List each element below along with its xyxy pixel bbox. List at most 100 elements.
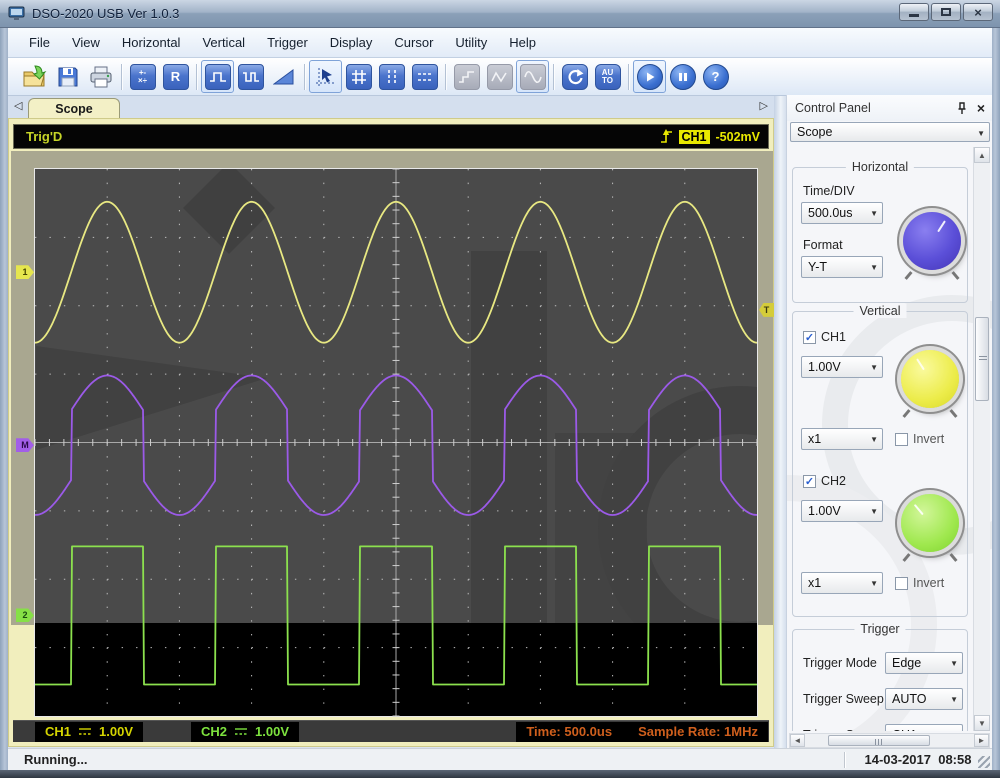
ch1-position-knob[interactable]	[901, 350, 959, 408]
format-select[interactable]: Y-T ▼	[801, 256, 883, 278]
reference-icon: R	[162, 63, 189, 90]
ch1-probe-select[interactable]: x1 ▼	[801, 428, 883, 450]
close-button[interactable]: ×	[963, 3, 993, 21]
menu-item-utility[interactable]: Utility	[444, 31, 498, 54]
status-datetime: 14-03-2017 08:58	[864, 752, 972, 767]
pulse-negative-button[interactable]	[234, 60, 267, 93]
panel-mode-select[interactable]: Scope ▼	[790, 122, 990, 142]
pulse-positive-button[interactable]	[201, 60, 234, 93]
menu-item-vertical[interactable]: Vertical	[191, 31, 256, 54]
chevron-down-icon: ▼	[950, 695, 958, 704]
cursor-track-button[interactable]	[309, 60, 342, 93]
panel-vertical-scrollbar[interactable]: ▲ ▼	[973, 147, 990, 731]
ch1-scale-value: 1.00V	[808, 360, 841, 374]
trigger-status: Trig'D	[26, 129, 63, 144]
math-operations-button[interactable]: +- ×÷	[126, 60, 159, 93]
horizontal-cursors-button[interactable]	[408, 60, 441, 93]
auto-setup-button[interactable]: AU TO	[591, 60, 624, 93]
trigger-sweep-select[interactable]: AUTO ▼	[885, 688, 963, 710]
ch1-probe-value: x1	[808, 432, 822, 446]
ch2-probe-select[interactable]: x1 ▼	[801, 572, 883, 594]
maximize-button[interactable]	[931, 3, 961, 21]
menu-item-help[interactable]: Help	[498, 31, 547, 54]
menu-item-file[interactable]: File	[18, 31, 61, 54]
ch1-checkbox-label: CH1	[821, 330, 847, 344]
horizontal-scroll-thumb[interactable]	[828, 735, 930, 746]
panel-horizontal-scrollbar[interactable]: ◄ ►	[789, 733, 990, 748]
ch2-enable-checkbox[interactable]: ✓	[803, 474, 816, 488]
control-panel-header[interactable]: Control Panel ×	[787, 95, 992, 121]
toolbar-separator	[304, 63, 305, 90]
ch1-scale-readout: CH1 1.00V	[35, 721, 143, 742]
minimize-button[interactable]	[899, 3, 929, 21]
ch2-invert-label: Invert	[913, 576, 945, 590]
chevron-down-icon: ▼	[870, 263, 878, 272]
grid-display-button[interactable]	[342, 60, 375, 93]
menu-item-cursor[interactable]: Cursor	[383, 31, 444, 54]
ramp-button[interactable]	[267, 60, 300, 93]
pause-button[interactable]	[666, 60, 699, 93]
refresh-icon	[561, 63, 588, 90]
save-button[interactable]	[51, 60, 84, 93]
pin-icon[interactable]	[957, 101, 967, 115]
ch2-position-knob[interactable]	[901, 494, 959, 552]
sine-interpolation-button	[516, 60, 549, 93]
scope-display	[34, 168, 758, 717]
horizontal-group: Horizontal Time/DIV 500.0us ▼ Format Y-T…	[792, 160, 968, 303]
vertical-cursors-button[interactable]	[375, 60, 408, 93]
scroll-right-icon[interactable]: ►	[974, 734, 989, 747]
trigger-mode-select[interactable]: Edge ▼	[885, 652, 963, 674]
print-button[interactable]	[84, 60, 117, 93]
ch1-invert-checkbox[interactable]	[895, 432, 908, 446]
panel-splitter[interactable]	[774, 96, 786, 748]
ch1-enable-row: ✓ CH1	[803, 330, 846, 344]
start-button[interactable]	[633, 60, 666, 93]
ch1-enable-checkbox[interactable]: ✓	[803, 330, 816, 344]
timebase-readout: Time: 500.0us Sample Rate: 1MHz	[516, 721, 768, 742]
vertical-scroll-thumb[interactable]	[975, 317, 989, 401]
menu-item-display[interactable]: Display	[319, 31, 384, 54]
trigger-source-select[interactable]: CH1 ▼	[885, 724, 963, 731]
trigger-level-readout: -502mV	[715, 129, 760, 144]
window-border-bottom	[0, 770, 1000, 778]
status-separator	[844, 752, 845, 768]
tab-strip: ◁ Scope ▷	[8, 96, 774, 118]
tab-scroll-left-icon[interactable]: ◁	[14, 99, 22, 112]
window-border-right	[992, 28, 1000, 770]
window-border-left	[0, 28, 8, 770]
scroll-left-icon[interactable]: ◄	[790, 734, 805, 747]
reference-button[interactable]: R	[159, 60, 192, 93]
scroll-down-icon[interactable]: ▼	[974, 715, 990, 731]
toolbar: +- ×÷ R AU TO ?	[8, 58, 992, 96]
toolbar-separator	[553, 63, 554, 90]
horizontal-group-title: Horizontal	[845, 160, 915, 174]
panel-mode-value: Scope	[797, 125, 833, 139]
trigger-readout: CH1 -502mV	[660, 128, 760, 145]
trigger-group: Trigger Trigger Mode Edge ▼ Trigger Swee…	[792, 622, 968, 731]
tab-scroll-right-icon[interactable]: ▷	[760, 99, 768, 112]
sine-interpolation-icon	[519, 63, 546, 90]
cursor-track-icon	[315, 67, 336, 86]
ch2-checkbox-label: CH2	[821, 474, 847, 488]
menu-item-view[interactable]: View	[61, 31, 111, 54]
chevron-down-icon: ▼	[870, 435, 878, 444]
panel-close-icon[interactable]: ×	[977, 101, 985, 115]
horizontal-position-knob[interactable]	[903, 212, 961, 270]
ch1-scale-select[interactable]: 1.00V ▼	[801, 356, 883, 378]
menu-item-trigger[interactable]: Trigger	[256, 31, 319, 54]
resize-grip[interactable]	[978, 756, 990, 768]
ch2-invert-checkbox[interactable]	[895, 576, 908, 590]
format-value: Y-T	[808, 260, 827, 274]
ch2-label: CH2	[201, 724, 228, 739]
title-bar[interactable]: DSO-2020 USB Ver 1.0.3 ×	[0, 0, 1000, 28]
refresh-button[interactable]	[558, 60, 591, 93]
grid-icon	[345, 63, 372, 90]
tab-scope[interactable]: Scope	[28, 98, 120, 118]
time-div-select[interactable]: 500.0us ▼	[801, 202, 883, 224]
scroll-up-icon[interactable]: ▲	[974, 147, 990, 163]
menu-bar: File View Horizontal Vertical Trigger Display…	[8, 28, 992, 58]
help-button[interactable]: ?	[699, 60, 732, 93]
menu-item-horizontal[interactable]: Horizontal	[111, 31, 192, 54]
ch2-scale-select[interactable]: 1.00V ▼	[801, 500, 883, 522]
open-button[interactable]	[18, 60, 51, 93]
